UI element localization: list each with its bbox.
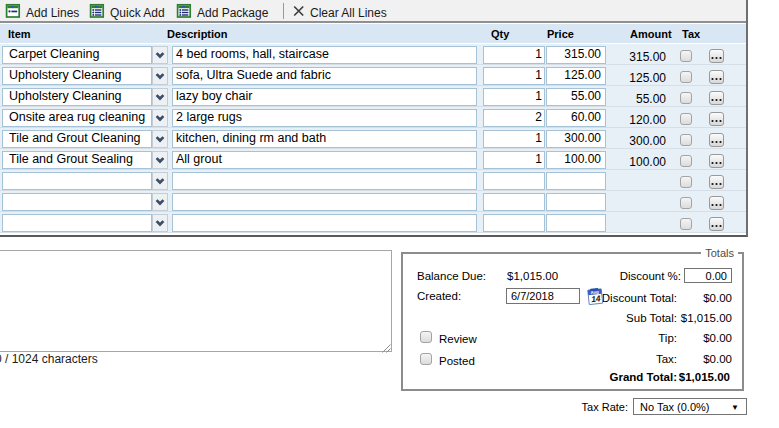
svg-text:14: 14 <box>591 293 602 304</box>
